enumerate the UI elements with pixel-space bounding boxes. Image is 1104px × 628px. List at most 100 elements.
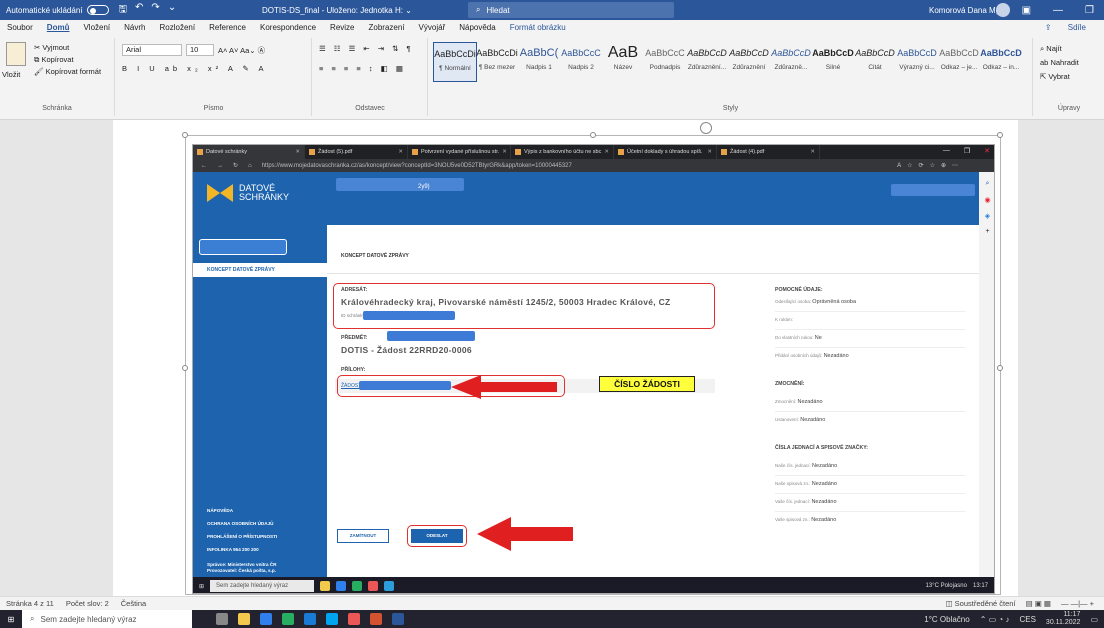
tab-format-obrazku[interactable]: Formát obrázku (503, 23, 573, 32)
excel-icon[interactable] (282, 613, 294, 625)
tray-icons[interactable]: ⌃ ▭ ◔ ♪ (980, 615, 1010, 624)
browser-tab: Výpis z bankovního účtu ne sbc ✕ (511, 145, 614, 159)
resize-handle[interactable] (182, 365, 188, 371)
info-row: Zmocnění: Nezadáno (775, 399, 823, 405)
resize-handle[interactable] (997, 132, 1003, 138)
restore-icon[interactable]: ❐ (1085, 5, 1094, 16)
tab-navrh[interactable]: Návrh (117, 23, 152, 32)
style-normal[interactable]: AaBbCcDi ¶ Normální (433, 42, 477, 82)
font-format-icons[interactable]: B I U ab x₂ x² A ✎ A (122, 64, 267, 73)
format-painter-button[interactable]: 🖌 Kopírovat formát (34, 66, 101, 78)
style-intense-quote[interactable]: AaBbCcD Výrazný ci... (895, 42, 939, 82)
tab-korespondence[interactable]: Korespondence (253, 23, 323, 32)
resize-handle[interactable] (590, 132, 596, 138)
style-name: Nadpis 1 (526, 64, 552, 71)
browser-tab-label: Datové schránky (206, 149, 247, 155)
weather-status[interactable]: 1°C Oblačno (924, 615, 969, 624)
word-count[interactable]: Počet slov: 2 (66, 599, 109, 608)
paragraph-group: ☰ ☷ ☰ ⇤ ⇥ ⇅ ¶ ≡ ≡ ≡ ≡ ↕ ◧ ▦ Odstavec (313, 38, 428, 116)
clock-time: 11:17 (1063, 611, 1081, 618)
tab-napoveda[interactable]: Nápověda (452, 23, 502, 32)
tab-vyvojar[interactable]: Vývojář (412, 23, 453, 32)
style-subtitle[interactable]: AaBbCcC Podnadpis (643, 42, 687, 82)
autosave-toggle[interactable]: Automatické ukládání (0, 5, 109, 15)
find-button[interactable]: ⌕ Najít (1040, 42, 1079, 56)
word-icon[interactable] (392, 613, 404, 625)
tab-reference[interactable]: Reference (202, 23, 253, 32)
font-size-controls-icon[interactable]: A˄ A˅ Aa⌄ Ⓐ (218, 45, 265, 56)
style-heading-2[interactable]: AaBbCcC Nadpis 2 (559, 42, 603, 82)
focus-mode-button[interactable]: ◫ Soustředěné čtení (946, 599, 1016, 608)
save-icon[interactable]: 🖫 (119, 2, 128, 19)
style-heading-1[interactable]: AaBbC(Nadpis 1 (517, 42, 561, 82)
style-emphasis-subtle[interactable]: AaBbCcD Zdůraznění... (685, 42, 729, 82)
undo-icon[interactable]: ↶ (135, 2, 143, 19)
site-header: DATOVÉ SCHRÁNKY 2y9) (193, 172, 979, 225)
list-icons[interactable]: ☰ ☷ ☰ ⇤ ⇥ ⇅ ¶ (319, 44, 414, 53)
style-no-spacing[interactable]: AaBbCcDi ¶ Bez mezer (475, 42, 519, 82)
tab-soubor[interactable]: Soubor (0, 23, 40, 32)
word-icon (384, 581, 395, 591)
font-size-field[interactable]: 10 (186, 44, 214, 56)
style-name: Silné (825, 64, 841, 71)
minimize-icon[interactable]: — (1053, 5, 1063, 16)
acrobat-icon[interactable] (348, 613, 360, 625)
browser-tab-label: Účetní doklady s úhradou spíš. (627, 149, 703, 155)
style-emphasis-intense[interactable]: AaBbCcD Zdůrazně... (769, 42, 813, 82)
word-search[interactable]: ⌕ Hledat (468, 2, 674, 18)
copy-button[interactable]: ⧉ Kopírovat (34, 54, 101, 66)
style-intense-reference[interactable]: AaBbCcD Odkaz – in... (979, 42, 1023, 82)
close-icon: ✕ (707, 149, 712, 155)
task-view-icon[interactable] (216, 613, 228, 625)
clock[interactable]: 11:17 30.11.2022 (1046, 611, 1081, 627)
explorer-icon[interactable] (238, 613, 250, 625)
replace-button[interactable]: ab Nahradit (1040, 56, 1079, 70)
paste-icon[interactable] (6, 42, 26, 66)
tab-rozlozeni[interactable]: Rozložení (153, 23, 203, 32)
info-value: Oprávněná osoba (812, 299, 857, 305)
page-count[interactable]: Stránka 4 z 11 (6, 599, 54, 608)
style-quote[interactable]: AaBbCcD Citát (853, 42, 897, 82)
style-title[interactable]: AaB Název (601, 42, 645, 82)
edge-icon[interactable] (260, 613, 272, 625)
avatar[interactable] (996, 3, 1010, 17)
tab-zobrazeni[interactable]: Zobrazení (362, 23, 412, 32)
tab-domu[interactable]: Domů (40, 23, 77, 32)
ribbon-display-icon[interactable]: ▣ (1022, 5, 1031, 16)
outlook-icon[interactable] (304, 613, 316, 625)
user-name[interactable]: Komorová Dana Mgr. (929, 6, 1005, 15)
notification-icon[interactable]: ▭ (1090, 615, 1098, 624)
align-icons[interactable]: ≡ ≡ ≡ ≡ ↕ ◧ ▦ (319, 64, 406, 73)
tab-vlozeni[interactable]: Vložení (76, 23, 117, 32)
clipboard-group: Vložit ✂ Vyjmout ⧉ Kopírovat 🖌 Kopírovat… (0, 38, 115, 116)
powerpoint-icon[interactable] (370, 613, 382, 625)
redo-icon[interactable]: ↷ (151, 2, 159, 19)
toggle-switch[interactable] (86, 5, 109, 15)
windows-start-icon[interactable]: ⊞ (0, 615, 22, 624)
editing-commands: ⌕ Najít ab Nahradit ⇱ Vybrat (1040, 42, 1079, 84)
view-layout-icon[interactable]: ▤ ▣ ▦ (1026, 599, 1051, 608)
paste-label[interactable]: Vložit (2, 70, 20, 79)
teams-icon[interactable] (326, 613, 338, 625)
resize-handle[interactable] (997, 365, 1003, 371)
rotate-handle-icon[interactable] (700, 122, 712, 134)
info-value: Ne (814, 335, 822, 341)
customize-icon[interactable]: ⌄ (168, 2, 176, 19)
font-name-field[interactable]: Arial (122, 44, 182, 56)
zoom-slider[interactable]: — —|— + (1061, 599, 1094, 608)
taskbar-search[interactable]: ⌕ Sem zadejte hledaný výraz (22, 610, 192, 628)
cut-button[interactable]: ✂ Vyjmout (34, 42, 101, 54)
style-strong[interactable]: AaBbCcD Silné (811, 42, 855, 82)
select-button[interactable]: ⇱ Vybrat (1040, 70, 1079, 84)
share-button[interactable]: ⇪ Sdíle (1031, 23, 1100, 32)
resize-handle[interactable] (182, 132, 188, 138)
input-language[interactable]: CES (1019, 615, 1035, 624)
tab-revize[interactable]: Revize (323, 23, 361, 32)
divider (775, 329, 965, 330)
copy-label: Kopírovat (41, 55, 74, 64)
style-subtle-reference[interactable]: AaBbCcD Odkaz – je... (937, 42, 981, 82)
pdf-icon (618, 149, 624, 155)
style-emphasis[interactable]: AaBbCcD Zdůraznění (727, 42, 771, 82)
embedded-time: 13:17 (972, 583, 988, 589)
language[interactable]: Čeština (121, 599, 146, 608)
